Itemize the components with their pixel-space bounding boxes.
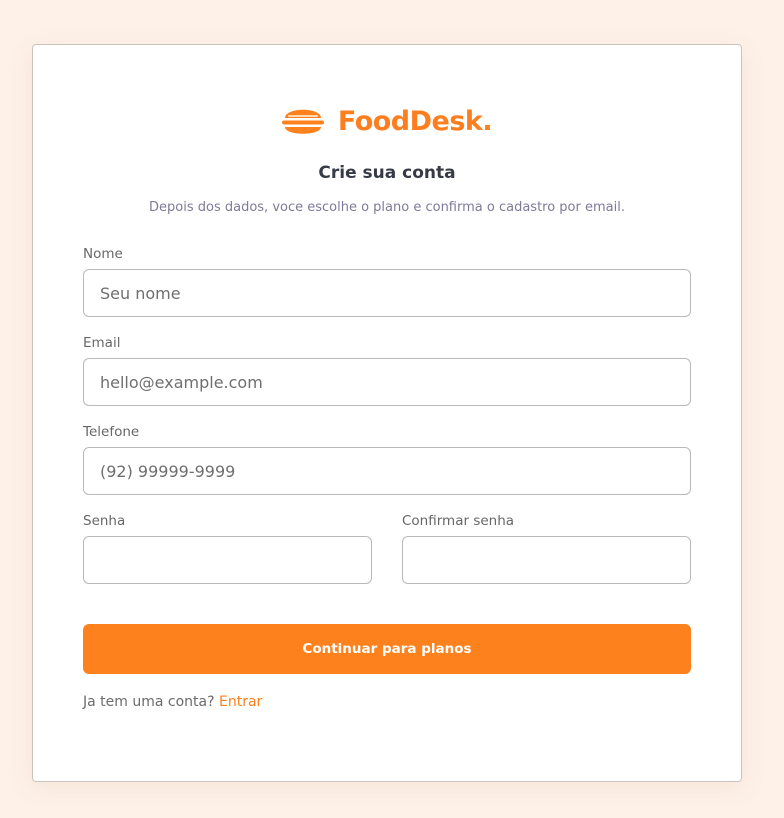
confirm-password-input[interactable] [402, 536, 691, 584]
phone-label: Telefone [83, 424, 140, 440]
confirm-password-label: Confirmar senha [402, 513, 515, 529]
email-label: Email [83, 335, 121, 351]
name-label: Nome [83, 246, 123, 262]
phone-input[interactable] [83, 447, 691, 495]
page-subtitle: Depois dos dados, voce escolhe o plano e… [149, 200, 625, 215]
login-link[interactable]: Entrar [219, 694, 262, 710]
continue-to-plans-button[interactable]: Continuar para planos [83, 624, 691, 674]
page-title: Crie sua conta [318, 163, 456, 183]
signup-card: FoodDesk. Crie sua conta Depois dos dado… [32, 44, 742, 782]
email-input[interactable] [83, 358, 691, 406]
name-input[interactable] [83, 269, 691, 317]
login-prompt-text: Ja tem uma conta? [83, 694, 215, 710]
password-input[interactable] [83, 536, 372, 584]
login-prompt: Ja tem uma conta? Entrar [83, 694, 262, 710]
brand-name: FoodDesk. [337, 105, 493, 137]
burger-icon [281, 109, 324, 134]
brand: FoodDesk. [33, 101, 741, 141]
password-label: Senha [83, 513, 126, 529]
